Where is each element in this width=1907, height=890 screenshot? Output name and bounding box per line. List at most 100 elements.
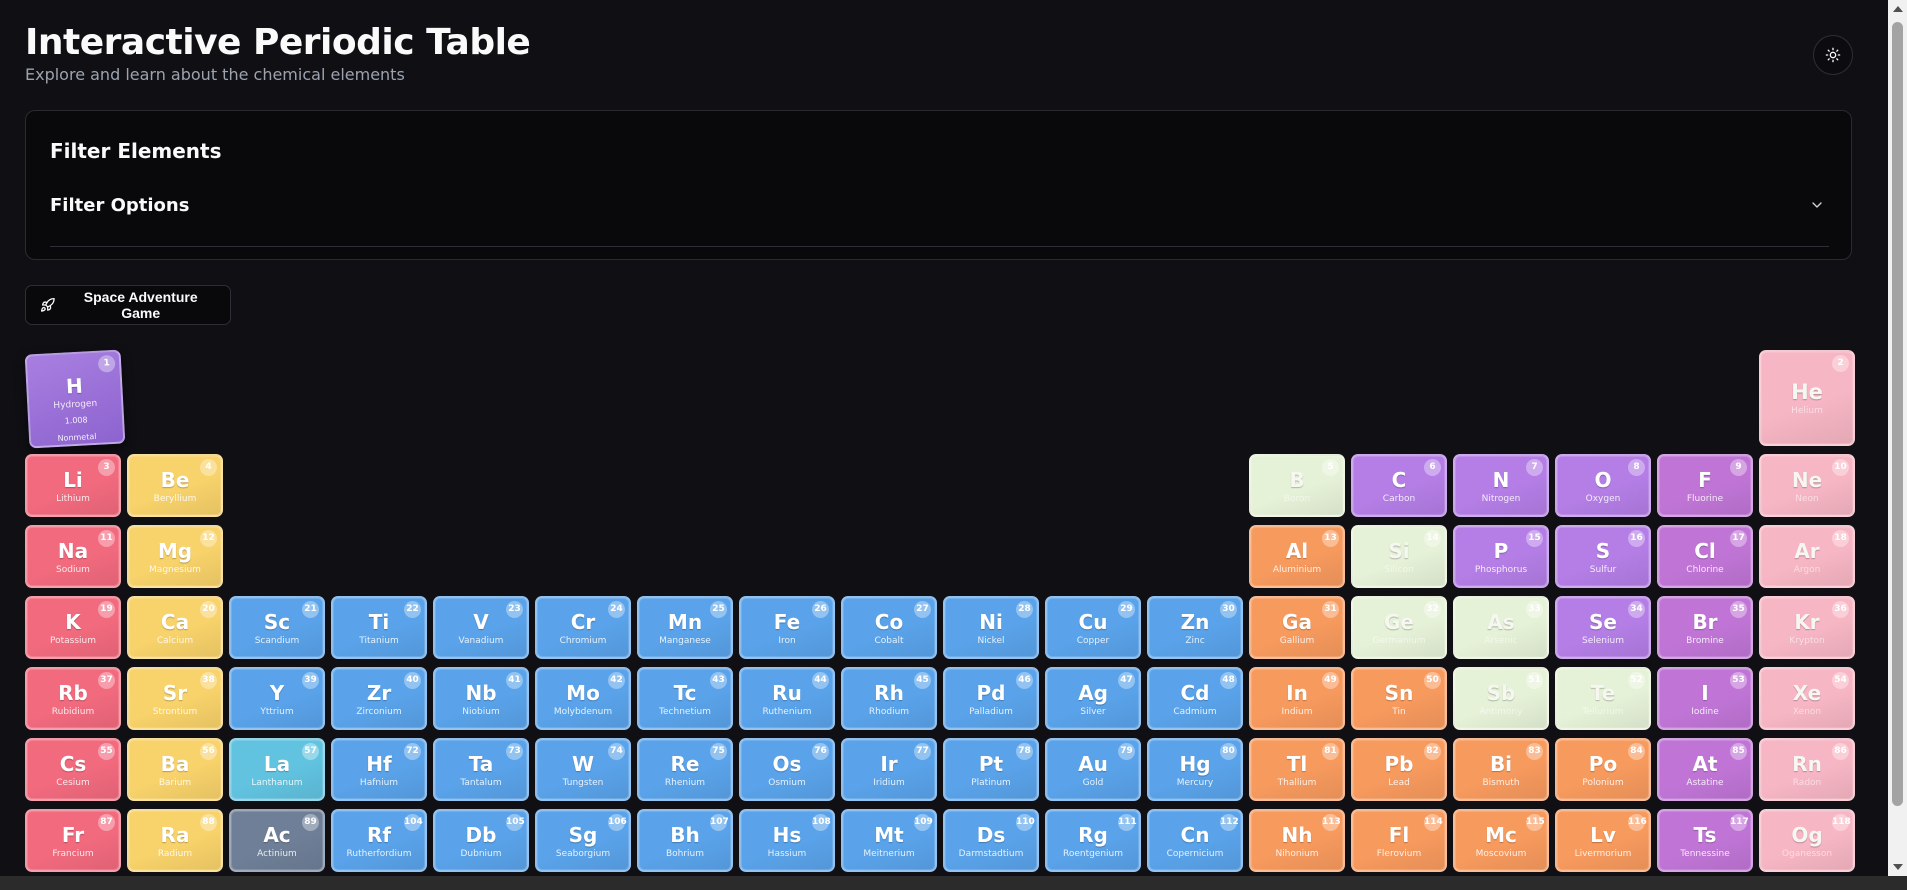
element-tile-yttrium[interactable]: 39 Y Yttrium — [229, 667, 325, 730]
scroll-down-arrow-icon[interactable] — [1893, 864, 1903, 870]
element-tile-bromine[interactable]: 35 Br Bromine — [1657, 596, 1753, 659]
element-tile-zirconium[interactable]: 40 Zr Zirconium — [331, 667, 427, 730]
element-tile-rutherfordium[interactable]: 104 Rf Rutherfordium — [331, 809, 427, 872]
element-name: Iodine — [1691, 707, 1719, 717]
element-tile-cesium[interactable]: 55 Cs Cesium — [25, 738, 121, 801]
element-tile-arsenic[interactable]: 33 As Arsenic — [1453, 596, 1549, 659]
element-tile-nickel[interactable]: 28 Ni Nickel — [943, 596, 1039, 659]
element-tile-manganese[interactable]: 25 Mn Manganese — [637, 596, 733, 659]
scroll-up-arrow-icon[interactable] — [1893, 6, 1903, 12]
element-tile-titanium[interactable]: 22 Ti Titanium — [331, 596, 427, 659]
element-tile-molybdenum[interactable]: 42 Mo Molybdenum — [535, 667, 631, 730]
element-tile-niobium[interactable]: 41 Nb Niobium — [433, 667, 529, 730]
space-adventure-game-button[interactable]: Space Adventure Game — [25, 285, 231, 325]
element-tile-platinum[interactable]: 78 Pt Platinum — [943, 738, 1039, 801]
element-tile-bohrium[interactable]: 107 Bh Bohrium — [637, 809, 733, 872]
element-tile-iron[interactable]: 26 Fe Iron — [739, 596, 835, 659]
element-tile-oganesson[interactable]: 118 Og Oganesson — [1759, 809, 1855, 872]
element-tile-scandium[interactable]: 21 Sc Scandium — [229, 596, 325, 659]
element-tile-cadmium[interactable]: 48 Cd Cadmium — [1147, 667, 1243, 730]
element-tile-meitnerium[interactable]: 109 Mt Meitnerium — [841, 809, 937, 872]
element-tile-rubidium[interactable]: 37 Rb Rubidium — [25, 667, 121, 730]
element-tile-technetium[interactable]: 43 Tc Technetium — [637, 667, 733, 730]
element-tile-antimony[interactable]: 51 Sb Antimony — [1453, 667, 1549, 730]
element-tile-magnesium[interactable]: 12 Mg Magnesium — [127, 525, 223, 588]
element-tile-vanadium[interactable]: 23 V Vanadium — [433, 596, 529, 659]
element-tile-chlorine[interactable]: 17 Cl Chlorine — [1657, 525, 1753, 588]
element-tile-tellurium[interactable]: 52 Te Tellurium — [1555, 667, 1651, 730]
element-tile-helium[interactable]: 2 He Helium — [1759, 350, 1855, 446]
element-tile-xenon[interactable]: 54 Xe Xenon — [1759, 667, 1855, 730]
element-tile-zinc[interactable]: 30 Zn Zinc — [1147, 596, 1243, 659]
element-tile-palladium[interactable]: 46 Pd Palladium — [943, 667, 1039, 730]
element-tile-cobalt[interactable]: 27 Co Cobalt — [841, 596, 937, 659]
element-tile-gold[interactable]: 79 Au Gold — [1045, 738, 1141, 801]
element-tile-lanthanum[interactable]: 57 La Lanthanum — [229, 738, 325, 801]
element-tile-livermorium[interactable]: 116 Lv Livermorium — [1555, 809, 1651, 872]
element-tile-fluorine[interactable]: 9 F Fluorine — [1657, 454, 1753, 517]
element-tile-iridium[interactable]: 77 Ir Iridium — [841, 738, 937, 801]
page-header: Interactive Periodic Table Explore and l… — [25, 22, 531, 84]
element-tile-sulfur[interactable]: 16 S Sulfur — [1555, 525, 1651, 588]
element-tile-roentgenium[interactable]: 111 Rg Roentgenium — [1045, 809, 1141, 872]
element-tile-lead[interactable]: 82 Pb Lead — [1351, 738, 1447, 801]
theme-toggle-button[interactable] — [1813, 35, 1853, 75]
element-tile-seaborgium[interactable]: 106 Sg Seaborgium — [535, 809, 631, 872]
element-tile-dubnium[interactable]: 105 Db Dubnium — [433, 809, 529, 872]
element-tile-hassium[interactable]: 108 Hs Hassium — [739, 809, 835, 872]
element-tile-iodine[interactable]: 53 I Iodine — [1657, 667, 1753, 730]
element-tile-gallium[interactable]: 31 Ga Gallium — [1249, 596, 1345, 659]
element-tile-osmium[interactable]: 76 Os Osmium — [739, 738, 835, 801]
element-tile-potassium[interactable]: 19 K Potassium — [25, 596, 121, 659]
element-tile-selenium[interactable]: 34 Se Selenium — [1555, 596, 1651, 659]
element-tile-flerovium[interactable]: 114 Fl Flerovium — [1351, 809, 1447, 872]
element-tile-argon[interactable]: 18 Ar Argon — [1759, 525, 1855, 588]
element-tile-aluminium[interactable]: 13 Al Aluminium — [1249, 525, 1345, 588]
element-tile-bismuth[interactable]: 83 Bi Bismuth — [1453, 738, 1549, 801]
element-tile-hafnium[interactable]: 72 Hf Hafnium — [331, 738, 427, 801]
element-tile-calcium[interactable]: 20 Ca Calcium — [127, 596, 223, 659]
element-tile-rhenium[interactable]: 75 Re Rhenium — [637, 738, 733, 801]
element-name: Xenon — [1792, 707, 1822, 717]
element-tile-copernicium[interactable]: 112 Cn Copernicium — [1147, 809, 1243, 872]
element-tile-krypton[interactable]: 36 Kr Krypton — [1759, 596, 1855, 659]
element-tile-polonium[interactable]: 84 Po Polonium — [1555, 738, 1651, 801]
element-tile-darmstadtium[interactable]: 110 Ds Darmstadtium — [943, 809, 1039, 872]
element-tile-ruthenium[interactable]: 44 Ru Ruthenium — [739, 667, 835, 730]
element-tile-moscovium[interactable]: 115 Mc Moscovium — [1453, 809, 1549, 872]
element-tile-tin[interactable]: 50 Sn Tin — [1351, 667, 1447, 730]
element-tile-nihonium[interactable]: 113 Nh Nihonium — [1249, 809, 1345, 872]
element-tile-mercury[interactable]: 80 Hg Mercury — [1147, 738, 1243, 801]
element-tile-rhodium[interactable]: 45 Rh Rhodium — [841, 667, 937, 730]
scrollbar-thumb[interactable] — [1892, 22, 1903, 806]
element-tile-germanium[interactable]: 32 Ge Germanium — [1351, 596, 1447, 659]
element-tile-nitrogen[interactable]: 7 N Nitrogen — [1453, 454, 1549, 517]
element-tile-strontium[interactable]: 38 Sr Strontium — [127, 667, 223, 730]
element-tile-neon[interactable]: 10 Ne Neon — [1759, 454, 1855, 517]
element-tile-thallium[interactable]: 81 Tl Thallium — [1249, 738, 1345, 801]
element-tile-beryllium[interactable]: 4 Be Beryllium — [127, 454, 223, 517]
element-tile-sodium[interactable]: 11 Na Sodium — [25, 525, 121, 588]
element-tile-barium[interactable]: 56 Ba Barium — [127, 738, 223, 801]
element-tile-tungsten[interactable]: 74 W Tungsten — [535, 738, 631, 801]
element-tile-silicon[interactable]: 14 Si Silicon — [1351, 525, 1447, 588]
element-tile-carbon[interactable]: 6 C Carbon — [1351, 454, 1447, 517]
element-tile-lithium[interactable]: 3 Li Lithium — [25, 454, 121, 517]
vertical-scrollbar[interactable] — [1888, 0, 1907, 876]
element-tile-chromium[interactable]: 24 Cr Chromium — [535, 596, 631, 659]
element-tile-boron[interactable]: 5 B Boron — [1249, 454, 1345, 517]
element-tile-tennessine[interactable]: 117 Ts Tennessine — [1657, 809, 1753, 872]
element-tile-astatine[interactable]: 85 At Astatine — [1657, 738, 1753, 801]
element-tile-phosphorus[interactable]: 15 P Phosphorus — [1453, 525, 1549, 588]
element-tile-actinium[interactable]: 89 Ac Actinium — [229, 809, 325, 872]
element-tile-indium[interactable]: 49 In Indium — [1249, 667, 1345, 730]
element-tile-oxygen[interactable]: 8 O Oxygen — [1555, 454, 1651, 517]
element-tile-silver[interactable]: 47 Ag Silver — [1045, 667, 1141, 730]
filter-options-accordion[interactable]: Filter Options — [50, 187, 1829, 247]
element-tile-francium[interactable]: 87 Fr Francium — [25, 809, 121, 872]
element-tile-copper[interactable]: 29 Cu Copper — [1045, 596, 1141, 659]
element-tile-radon[interactable]: 86 Rn Radon — [1759, 738, 1855, 801]
element-tile-radium[interactable]: 88 Ra Radium — [127, 809, 223, 872]
element-tile-tantalum[interactable]: 73 Ta Tantalum — [433, 738, 529, 801]
element-tile-hydrogen[interactable]: 1 H Hydrogen 1.008 Nonmetal — [24, 349, 126, 449]
